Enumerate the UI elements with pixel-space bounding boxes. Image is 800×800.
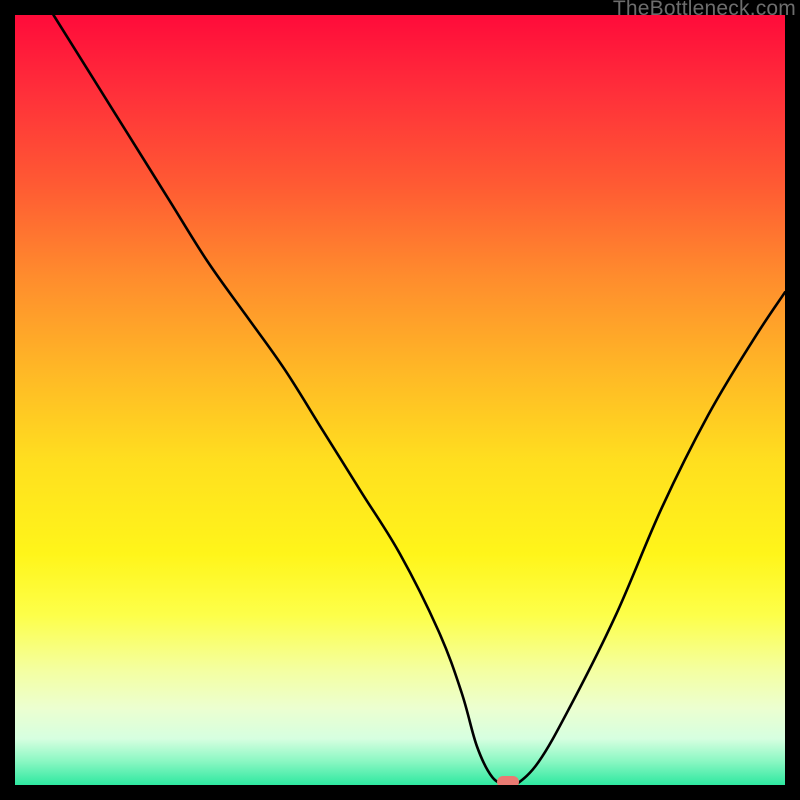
optimum-marker — [497, 776, 519, 785]
plot-area — [15, 15, 785, 785]
watermark-text: TheBottleneck.com — [613, 0, 796, 21]
chart-frame: TheBottleneck.com — [0, 0, 800, 800]
bottleneck-curve — [15, 15, 785, 785]
